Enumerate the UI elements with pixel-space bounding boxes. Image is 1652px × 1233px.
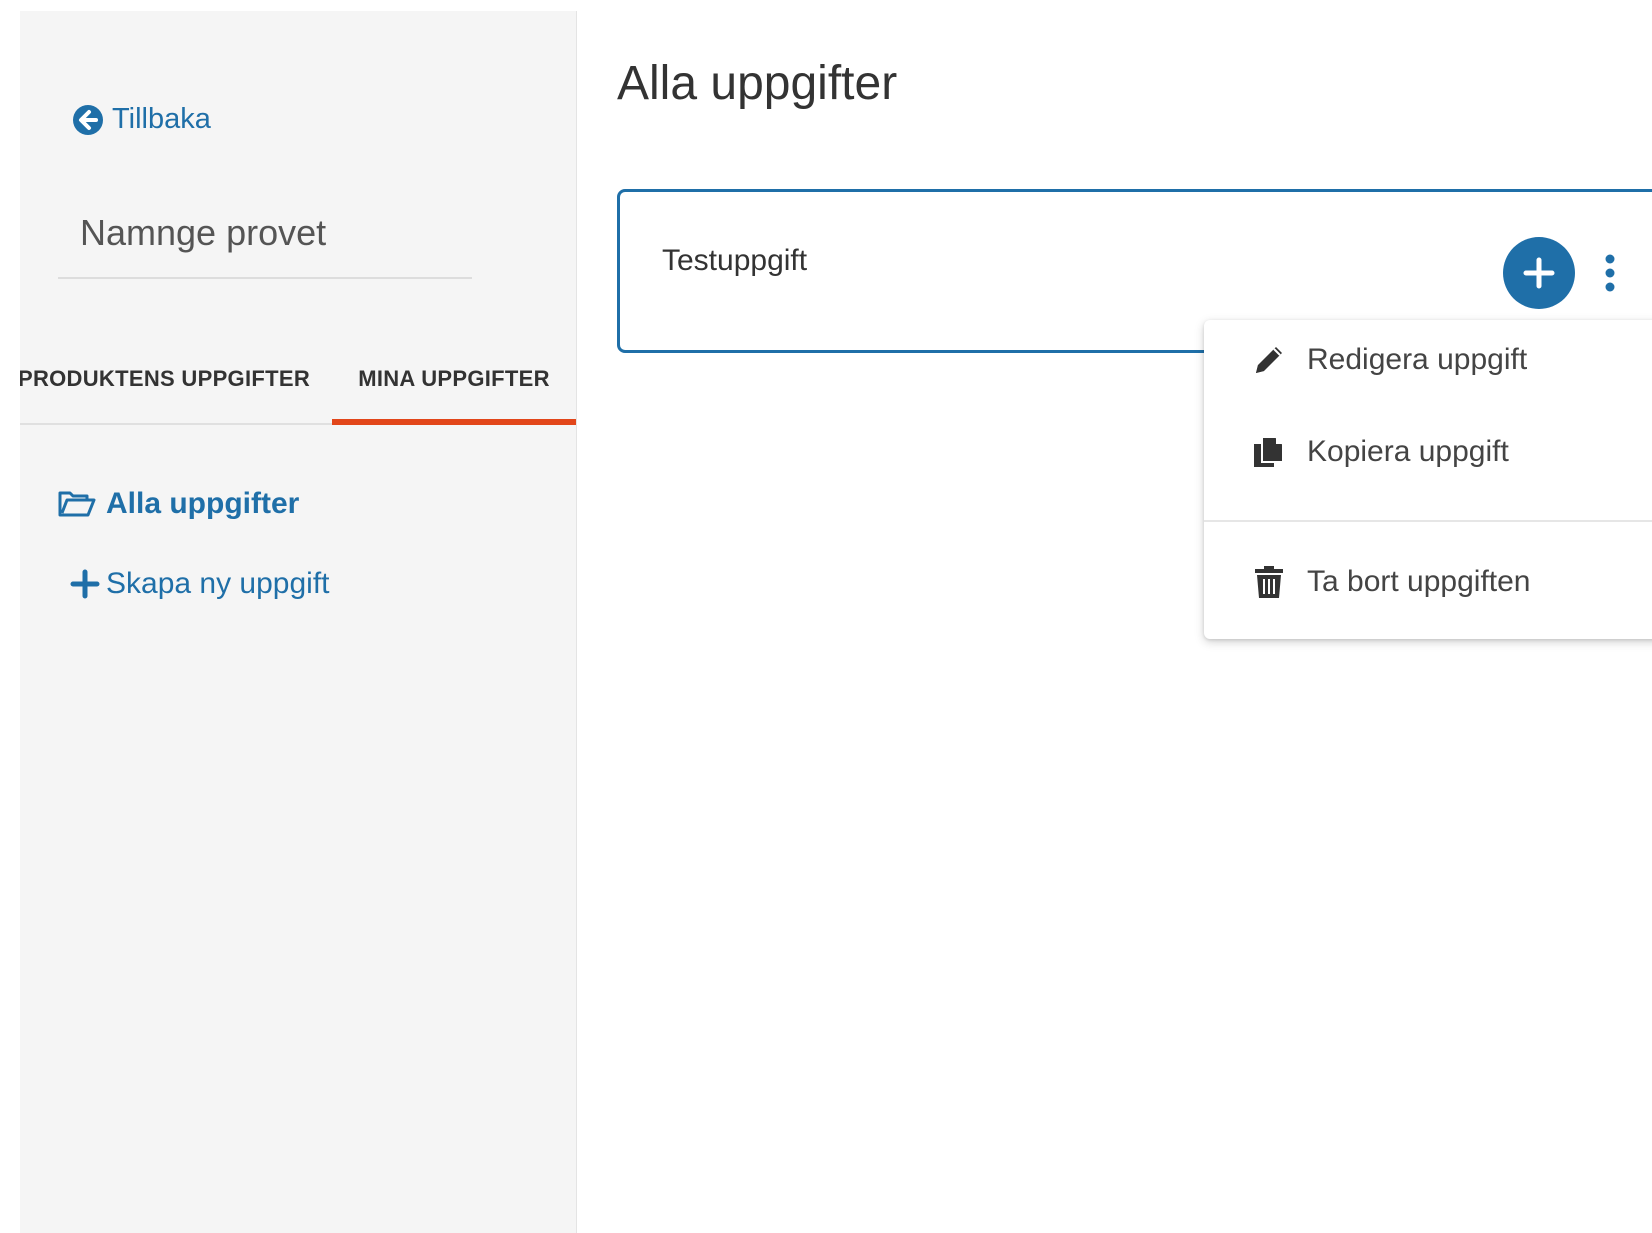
arrow-circle-left-icon bbox=[72, 104, 104, 136]
menu-item-copy-label: Kopiera uppgift bbox=[1307, 435, 1509, 468]
menu-item-edit-label: Redigera uppgift bbox=[1307, 343, 1528, 376]
sidebar: Tillbaka PRODUKTENS UPPGIFTER MINA UPPGI… bbox=[20, 11, 577, 1233]
menu-item-copy[interactable]: Kopiera uppgift bbox=[1204, 412, 1652, 492]
folder-all-tasks-label: Alla uppgifter bbox=[106, 487, 300, 520]
exam-name-input[interactable] bbox=[58, 189, 472, 279]
tab-products-tasks-label: PRODUKTENS UPPGIFTER bbox=[20, 366, 311, 391]
back-link[interactable]: Tillbaka bbox=[72, 103, 211, 136]
copy-icon bbox=[1252, 435, 1286, 469]
more-options-button[interactable] bbox=[1598, 248, 1622, 298]
task-name: Testuppgift bbox=[662, 244, 808, 277]
tab-my-tasks[interactable]: MINA UPPGIFTER bbox=[332, 347, 576, 425]
task-options-menu: Redigera uppgift Kopiera uppgift Ta bort… bbox=[1204, 320, 1652, 639]
add-button[interactable] bbox=[1503, 237, 1575, 309]
back-link-label: Tillbaka bbox=[112, 103, 211, 135]
app-root: Tillbaka PRODUKTENS UPPGIFTER MINA UPPGI… bbox=[0, 0, 1652, 1233]
folder-all-tasks[interactable]: Alla uppgifter bbox=[58, 487, 299, 521]
pencil-icon bbox=[1252, 343, 1286, 377]
menu-item-edit[interactable]: Redigera uppgift bbox=[1204, 320, 1652, 400]
active-tab-indicator bbox=[332, 419, 576, 425]
plus-circle-icon bbox=[1523, 257, 1555, 289]
menu-divider bbox=[1204, 520, 1652, 522]
menu-item-delete-label: Ta bort uppgiften bbox=[1307, 565, 1531, 598]
plus-icon bbox=[70, 569, 100, 599]
trash-icon bbox=[1252, 565, 1286, 599]
create-task-label: Skapa ny uppgift bbox=[106, 567, 330, 600]
page-title: Alla uppgifter bbox=[617, 57, 898, 110]
vertical-ellipsis-icon bbox=[1605, 254, 1615, 292]
tab-products-tasks[interactable]: PRODUKTENS UPPGIFTER bbox=[20, 347, 322, 423]
tab-my-tasks-label: MINA UPPGIFTER bbox=[358, 366, 550, 391]
create-task-link[interactable]: Skapa ny uppgift bbox=[70, 567, 330, 601]
menu-item-delete[interactable]: Ta bort uppgiften bbox=[1204, 542, 1652, 622]
task-tabs: PRODUKTENS UPPGIFTER MINA UPPGIFTER bbox=[20, 347, 576, 425]
folder-open-icon bbox=[58, 489, 96, 519]
